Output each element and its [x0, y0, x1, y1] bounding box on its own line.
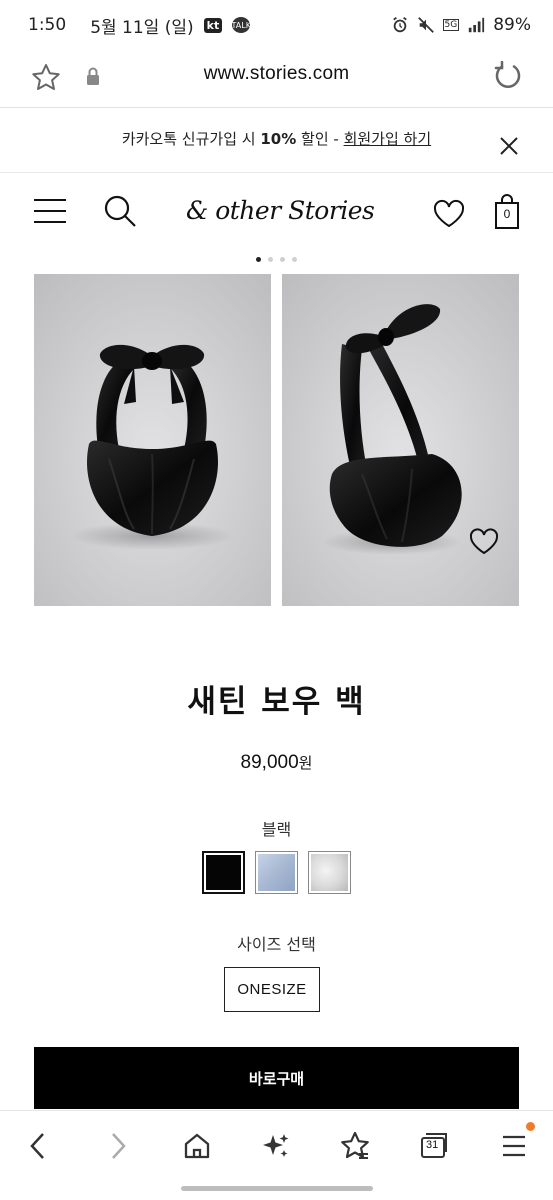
- alarm-icon: [392, 17, 407, 33]
- home-icon: [184, 1133, 210, 1159]
- bookmarks-star-icon: [341, 1131, 369, 1159]
- refresh-icon[interactable]: [493, 61, 523, 91]
- kt-icon: kt: [203, 17, 223, 33]
- url-address[interactable]: www.stories.com: [0, 63, 553, 85]
- browser-url-bar: www.stories.com: [0, 50, 553, 108]
- size-option-onesize[interactable]: ONESIZE: [224, 967, 320, 1012]
- status-bar: 1:50 5월 11일 (일) kt TALK 5G 89%: [0, 0, 553, 50]
- forward-button[interactable]: [98, 1128, 138, 1164]
- product-image-front[interactable]: [34, 274, 271, 606]
- carousel-dots: [0, 257, 553, 262]
- product-title: 새틴 보우 백: [187, 684, 366, 720]
- shopping-bag-icon[interactable]: 0: [494, 194, 520, 230]
- brand-logo[interactable]: & other Stories: [186, 196, 375, 225]
- product-price: 89,000원: [0, 752, 553, 774]
- menu-icon: [503, 1135, 525, 1157]
- color-label: 블랙: [261, 820, 292, 839]
- color-swatches: [0, 851, 553, 894]
- price-amount: 89,000: [240, 752, 299, 773]
- close-icon[interactable]: [498, 135, 520, 157]
- sparkle-icon: [263, 1134, 289, 1157]
- notification-dot: [526, 1122, 535, 1131]
- image-wishlist-heart-icon[interactable]: [469, 528, 499, 556]
- chevron-left-icon: [30, 1133, 44, 1159]
- buy-now-button[interactable]: 바로구매: [34, 1047, 519, 1109]
- wishlist-heart-icon[interactable]: [432, 199, 466, 229]
- back-button[interactable]: [18, 1128, 58, 1164]
- size-label: 사이즈 선택: [237, 935, 316, 954]
- carousel-dot[interactable]: [256, 257, 261, 262]
- menu-button[interactable]: [494, 1128, 534, 1164]
- product-image-side[interactable]: [282, 274, 519, 606]
- ai-sparkle-button[interactable]: [256, 1128, 296, 1164]
- swatch-silver[interactable]: [308, 851, 351, 894]
- site-header: & other Stories 0: [0, 174, 553, 254]
- tabs-count: 31: [426, 1139, 439, 1151]
- promo-banner: 카카오톡 신규가입 시 10% 할인 - 회원가입 하기: [0, 109, 553, 173]
- network-type-icon: 5G: [442, 19, 460, 31]
- home-indicator[interactable]: [181, 1186, 373, 1191]
- bookmarks-button[interactable]: [335, 1128, 375, 1164]
- status-date: 5월 11일 (일): [90, 17, 194, 38]
- battery-level: 89%: [493, 15, 531, 35]
- kakaotalk-icon: TALK: [232, 17, 251, 33]
- swatch-black[interactable]: [202, 851, 245, 894]
- swatch-light-blue[interactable]: [255, 851, 298, 894]
- status-time: 1:50: [28, 15, 67, 35]
- price-unit: 원: [298, 755, 313, 772]
- mute-icon: [417, 17, 434, 33]
- carousel-dot[interactable]: [280, 257, 285, 262]
- bag-count: 0: [503, 207, 511, 221]
- hamburger-menu-icon[interactable]: [33, 196, 67, 226]
- search-icon[interactable]: [103, 194, 137, 228]
- tabs-button[interactable]: 31: [414, 1128, 454, 1164]
- chevron-right-icon: [112, 1133, 126, 1159]
- carousel-dot[interactable]: [268, 257, 273, 262]
- home-button[interactable]: [177, 1128, 217, 1164]
- signup-link[interactable]: 회원가입 하기: [344, 130, 432, 148]
- carousel-dot[interactable]: [292, 257, 297, 262]
- signal-icon: [469, 17, 485, 33]
- promo-text: 카카오톡 신규가입 시 10% 할인 - 회원가입 하기: [121, 130, 432, 148]
